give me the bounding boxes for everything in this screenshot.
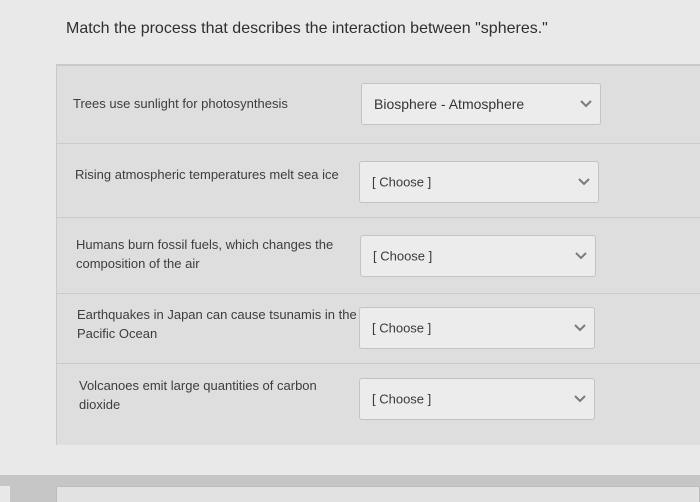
match-prompt-1: Trees use sunlight for photosynthesis bbox=[73, 96, 288, 111]
match-select-1[interactable]: Biosphere - Atmosphere bbox=[361, 83, 601, 125]
row-divider bbox=[57, 65, 700, 66]
match-select-4-value: [ Choose ] bbox=[372, 320, 432, 336]
match-prompt-2: Rising atmospheric temperatures melt sea… bbox=[75, 167, 339, 182]
matching-panel: Trees use sunlight for photosynthesis Bi… bbox=[56, 64, 700, 445]
match-select-5[interactable]: [ Choose ] bbox=[359, 378, 595, 420]
match-select-1-value: Biosphere - Atmosphere bbox=[374, 96, 525, 112]
match-select-5-value: [ Choose ] bbox=[372, 391, 432, 407]
chevron-down-icon bbox=[575, 252, 587, 260]
chevron-down-icon bbox=[580, 100, 592, 108]
match-prompt-5: Volcanoes emit large quantities of carbo… bbox=[79, 378, 317, 412]
chevron-down-icon bbox=[574, 395, 586, 403]
match-select-2[interactable]: [ Choose ] bbox=[359, 161, 599, 203]
match-select-3[interactable]: [ Choose ] bbox=[360, 235, 596, 277]
left-edge-fragment bbox=[0, 486, 10, 502]
row-divider bbox=[57, 363, 700, 364]
match-prompt-3: Humans burn fossil fuels, which changes … bbox=[76, 237, 334, 271]
row-divider bbox=[57, 217, 700, 218]
chevron-down-icon bbox=[578, 178, 590, 186]
match-prompt-4: Earthquakes in Japan can cause tsunamis … bbox=[77, 307, 357, 341]
chevron-down-icon bbox=[574, 324, 586, 332]
next-question-panel bbox=[56, 486, 700, 502]
row-divider bbox=[57, 143, 700, 144]
match-select-3-value: [ Choose ] bbox=[373, 248, 433, 264]
row-divider bbox=[57, 293, 700, 294]
match-select-2-value: [ Choose ] bbox=[372, 174, 432, 190]
match-select-4[interactable]: [ Choose ] bbox=[359, 307, 595, 349]
question-card: Match the process that describes the int… bbox=[0, 0, 700, 475]
question-prompt: Match the process that describes the int… bbox=[66, 20, 548, 37]
